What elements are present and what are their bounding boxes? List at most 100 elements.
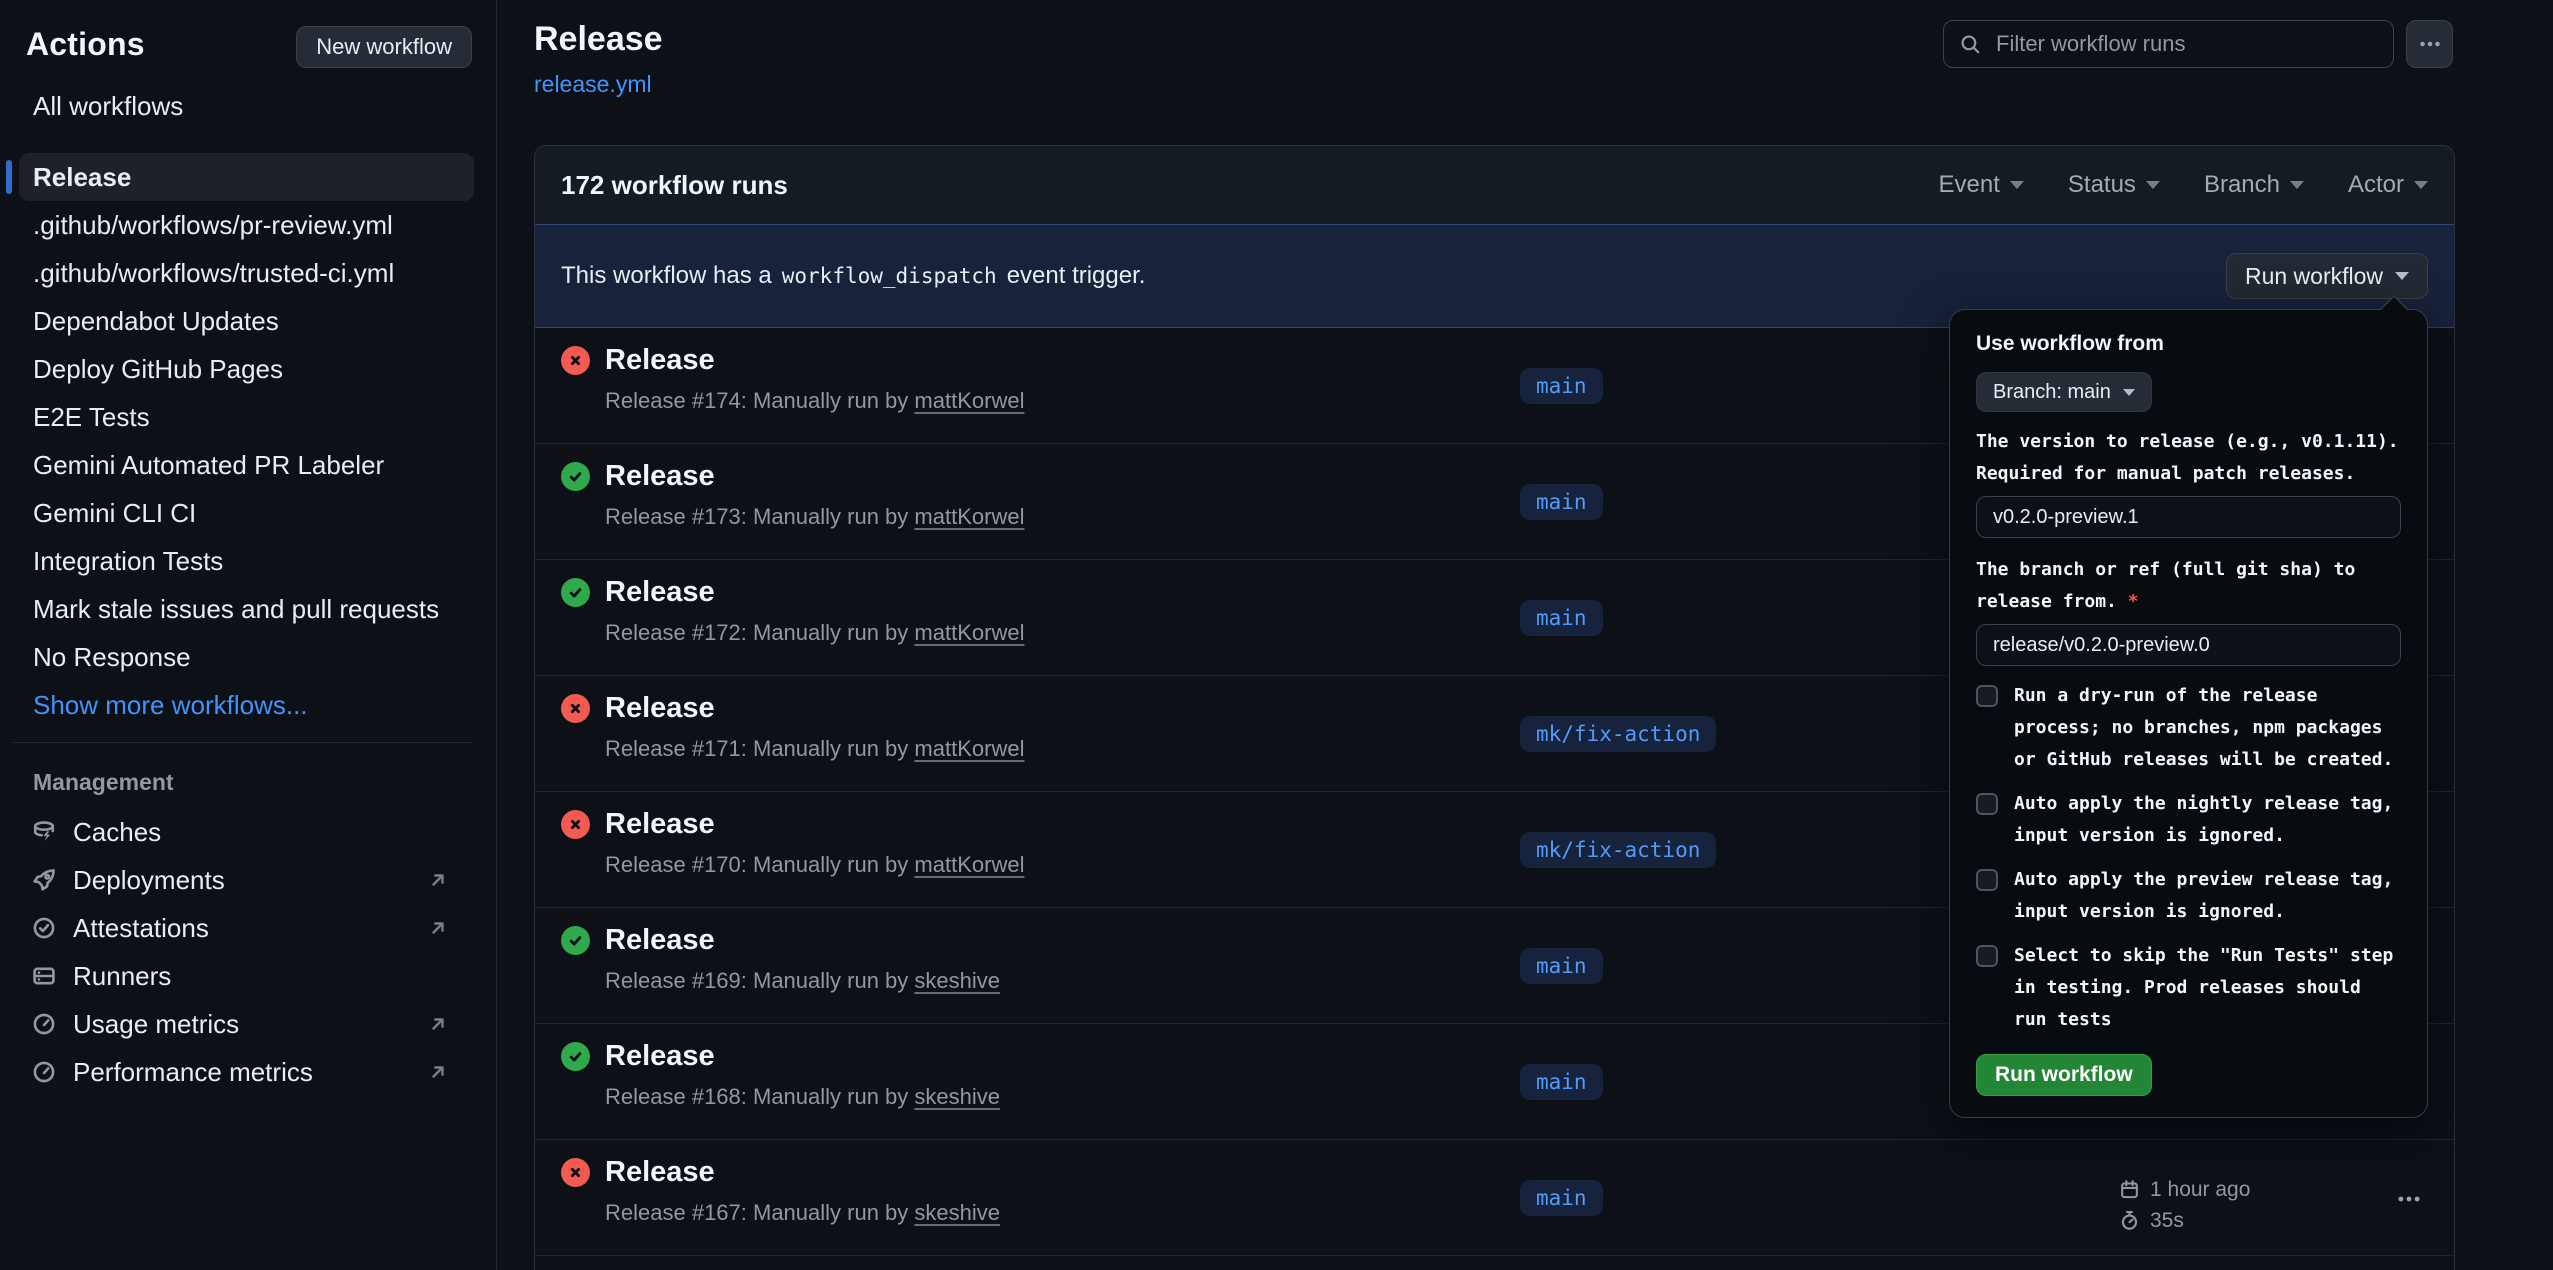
branch-badge[interactable]: main bbox=[1520, 368, 1603, 404]
sidebar-workflow-item[interactable]: Mark stale issues and pull requests bbox=[19, 585, 474, 633]
checkbox-row[interactable]: Run a dry-run of the release process; no… bbox=[1976, 680, 2401, 776]
branch-badge[interactable]: main bbox=[1520, 1064, 1603, 1100]
branch-badge[interactable]: main bbox=[1520, 948, 1603, 984]
workflow-options-kebab-button[interactable] bbox=[2406, 20, 2453, 68]
filter-label: Event bbox=[1939, 171, 2000, 199]
run-workflow-submit-button[interactable]: Run workflow bbox=[1976, 1054, 2152, 1096]
checkbox[interactable] bbox=[1976, 793, 1998, 815]
run-actor-link[interactable]: mattKorwel bbox=[914, 620, 1024, 645]
checkbox[interactable] bbox=[1976, 869, 1998, 891]
banner-text-after: event trigger. bbox=[1007, 262, 1146, 290]
run-title-link[interactable]: Release bbox=[605, 808, 715, 841]
sidebar-workflow-item[interactable]: No Response bbox=[19, 633, 474, 681]
checkbox[interactable] bbox=[1976, 685, 1998, 707]
run-actor-link[interactable]: skeshive bbox=[914, 968, 1000, 993]
runs-filter-dropdown[interactable]: Branch bbox=[2204, 171, 2304, 199]
banner-text-before: This workflow has a bbox=[561, 262, 772, 290]
branch-selector-button[interactable]: Branch: main bbox=[1976, 372, 2152, 412]
external-link-indicator bbox=[426, 916, 450, 940]
run-title-link[interactable]: Release bbox=[605, 576, 715, 609]
sidebar-item-all-workflows[interactable]: All workflows bbox=[19, 82, 474, 130]
filter-workflow-runs-input[interactable] bbox=[1943, 20, 2394, 68]
branch-badge[interactable]: main bbox=[1520, 484, 1603, 520]
branch-badge[interactable]: mk/fix-action bbox=[1520, 832, 1716, 868]
management-item-label: Usage metrics bbox=[73, 1009, 239, 1040]
run-status-icon bbox=[561, 810, 590, 839]
run-actor-link[interactable]: skeshive bbox=[914, 1084, 1000, 1109]
sidebar-workflow-item[interactable]: Dependabot Updates bbox=[19, 297, 474, 345]
sidebar-workflow-item[interactable]: Gemini Automated PR Labeler bbox=[19, 441, 474, 489]
run-number-text: Release #168: Manually run by bbox=[605, 1084, 908, 1109]
run-actor-link[interactable]: skeshive bbox=[914, 1200, 1000, 1225]
run-actor-link[interactable]: mattKorwel bbox=[914, 852, 1024, 877]
run-title-link[interactable]: Release bbox=[605, 692, 715, 725]
management-item-label: Runners bbox=[73, 961, 171, 992]
management-item-label: Caches bbox=[73, 817, 161, 848]
management-item[interactable]: Attestations bbox=[19, 904, 474, 952]
sidebar-workflow-item[interactable]: Integration Tests bbox=[19, 537, 474, 585]
management-item[interactable]: Runners bbox=[19, 952, 474, 1000]
run-options-kebab-button[interactable] bbox=[2387, 1184, 2431, 1214]
run-title-link[interactable]: Release bbox=[605, 1040, 715, 1073]
runs-filters: Event Status Branch Actor bbox=[1939, 171, 2428, 199]
workflow-run-row[interactable]: Release Release #167: Manually run by sk… bbox=[535, 1140, 2454, 1256]
run-workflow-dropdown-button[interactable]: Run workflow bbox=[2226, 253, 2428, 299]
banner-event-code: workflow_dispatch bbox=[782, 264, 997, 288]
run-actor-link[interactable]: mattKorwel bbox=[914, 388, 1024, 413]
management-item[interactable]: Deployments bbox=[19, 856, 474, 904]
workflow-label: .github/workflows/trusted-ci.yml bbox=[33, 258, 394, 289]
workflow-label: Gemini CLI CI bbox=[33, 498, 196, 529]
required-asterisk: * bbox=[2128, 591, 2139, 612]
checkbox-row[interactable]: Auto apply the preview release tag, inpu… bbox=[1976, 864, 2401, 928]
run-description: Release #167: Manually run by skeshive bbox=[605, 1200, 1000, 1226]
runs-filter-dropdown[interactable]: Event bbox=[1939, 171, 2024, 199]
branch-badge[interactable]: main bbox=[1520, 1180, 1603, 1216]
run-workflow-dropdown-label: Run workflow bbox=[2245, 263, 2383, 290]
management-item[interactable]: Performance metrics bbox=[19, 1048, 474, 1096]
run-meta: 1 hour ago 35s bbox=[2119, 1174, 2250, 1236]
run-title-link[interactable]: Release bbox=[605, 460, 715, 493]
runs-filter-dropdown[interactable]: Actor bbox=[2348, 171, 2428, 199]
run-status-icon bbox=[561, 1158, 590, 1187]
workflow-file-link[interactable]: release.yml bbox=[534, 71, 652, 98]
page-title: Release bbox=[534, 20, 663, 59]
filter-label: Status bbox=[2068, 171, 2136, 199]
checkbox-row[interactable]: Select to skip the "Run Tests" step in t… bbox=[1976, 940, 2401, 1036]
chevron-down-icon bbox=[2414, 181, 2428, 189]
next-run-row-partial bbox=[535, 1256, 2454, 1270]
run-title-link[interactable]: Release bbox=[605, 924, 715, 957]
run-status-icon bbox=[561, 462, 590, 491]
checkbox[interactable] bbox=[1976, 945, 1998, 967]
chevron-down-icon bbox=[2146, 181, 2160, 189]
sidebar-workflow-item[interactable]: Gemini CLI CI bbox=[19, 489, 474, 537]
version-input[interactable] bbox=[1976, 496, 2401, 538]
management-item-label: Performance metrics bbox=[73, 1057, 313, 1088]
management-item[interactable]: Caches bbox=[19, 808, 474, 856]
management-item-icon bbox=[31, 819, 57, 845]
management-item-label: Deployments bbox=[73, 865, 225, 896]
version-input-description: The version to release (e.g., v0.1.11). … bbox=[1976, 426, 2412, 490]
run-actor-link[interactable]: mattKorwel bbox=[914, 504, 1024, 529]
run-title-link[interactable]: Release bbox=[605, 1156, 715, 1189]
checkbox-label: Auto apply the preview release tag, inpu… bbox=[2014, 864, 2401, 928]
run-number-text: Release #169: Manually run by bbox=[605, 968, 908, 993]
ref-input[interactable] bbox=[1976, 624, 2401, 666]
sidebar-workflow-item[interactable]: Deploy GitHub Pages bbox=[19, 345, 474, 393]
runs-filter-dropdown[interactable]: Status bbox=[2068, 171, 2160, 199]
sidebar-workflow-item[interactable]: Release bbox=[19, 153, 474, 201]
management-item[interactable]: Usage metrics bbox=[19, 1000, 474, 1048]
new-workflow-button[interactable]: New workflow bbox=[296, 26, 472, 68]
management-item-icon bbox=[31, 915, 57, 941]
run-actor-link[interactable]: mattKorwel bbox=[914, 736, 1024, 761]
sidebar-workflow-item[interactable]: E2E Tests bbox=[19, 393, 474, 441]
branch-badge[interactable]: mk/fix-action bbox=[1520, 716, 1716, 752]
run-description: Release #171: Manually run by mattKorwel bbox=[605, 736, 1024, 762]
run-number-text: Release #171: Manually run by bbox=[605, 736, 908, 761]
branch-badge[interactable]: main bbox=[1520, 600, 1603, 636]
sidebar-workflow-item[interactable]: .github/workflows/pr-review.yml bbox=[19, 201, 474, 249]
run-title-link[interactable]: Release bbox=[605, 344, 715, 377]
runs-list-header: 172 workflow runs Event Status Branch bbox=[535, 146, 2454, 224]
checkbox-row[interactable]: Auto apply the nightly release tag, inpu… bbox=[1976, 788, 2401, 852]
show-more-workflows-link[interactable]: Show more workflows... bbox=[19, 681, 474, 729]
sidebar-workflow-item[interactable]: .github/workflows/trusted-ci.yml bbox=[19, 249, 474, 297]
